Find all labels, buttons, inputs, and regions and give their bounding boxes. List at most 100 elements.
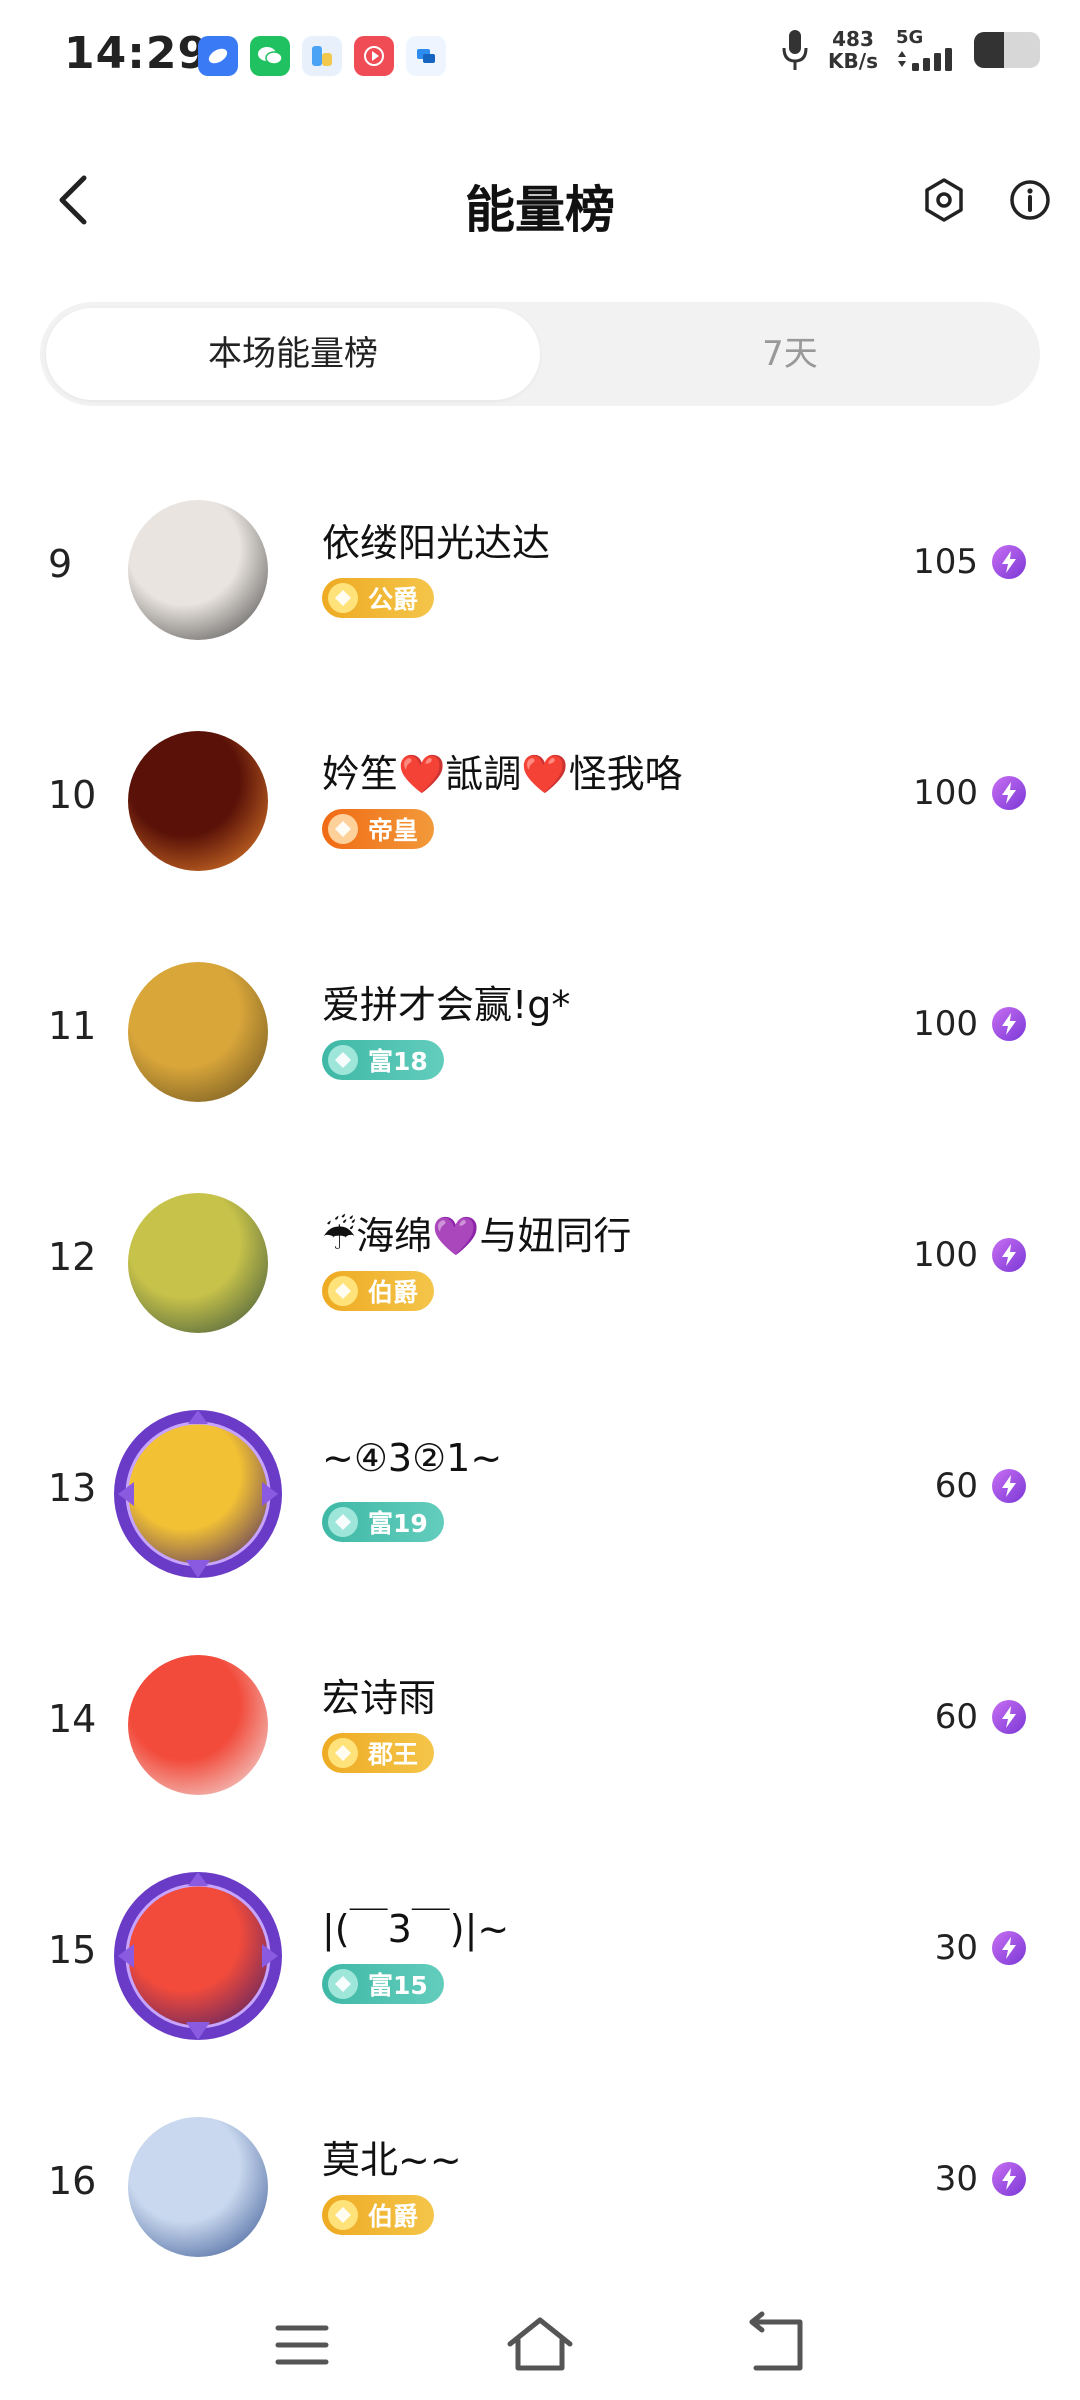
user-name: 依缕阳光达达 [322, 521, 551, 565]
user-name: 妗笙❤️詆調❤️怪我咯 [322, 752, 683, 796]
level-badge: 帝皇 [322, 809, 435, 849]
badge-label: 富15 [368, 1971, 428, 2000]
app-icon [302, 36, 342, 76]
score-value: 30 [934, 1928, 978, 1968]
network-speed: 483 KB/s [828, 28, 878, 72]
settings-hexagon-icon[interactable] [918, 174, 970, 226]
home-icon[interactable] [500, 2310, 580, 2380]
system-nav-bar [0, 2290, 1080, 2400]
badge-label: 公爵 [368, 585, 419, 614]
microphone-icon [782, 30, 808, 70]
energy-bolt-icon [992, 1931, 1026, 1965]
score-value: 100 [913, 1235, 978, 1275]
energy-score: 105 [913, 542, 1026, 582]
ranking-list: 9 依缕阳光达达 公爵 105 10 妗笙❤️詆調❤️怪我咯 帝皇 100 11… [0, 460, 1080, 2308]
avatar[interactable] [128, 1655, 268, 1795]
video-app-icon [354, 36, 394, 76]
avatar-frame [114, 1410, 282, 1578]
avatar-wrap[interactable] [128, 500, 268, 640]
app-icon [198, 36, 238, 76]
rank-row[interactable]: 13 ~④3②1~ 富19 60 [0, 1384, 1080, 1615]
rank-row[interactable]: 11 爱拼才会赢!g* 富18 100 [0, 922, 1080, 1153]
rank-number: 14 [48, 1697, 97, 1741]
rank-number: 9 [48, 542, 73, 586]
badge-label: 伯爵 [368, 1278, 419, 1307]
energy-bolt-icon [992, 776, 1026, 810]
avatar-wrap[interactable] [128, 962, 268, 1102]
badge-gem-icon [328, 1969, 358, 1999]
badge-gem-icon [328, 583, 358, 613]
battery-level [974, 32, 1004, 68]
wechat-icon [250, 36, 290, 76]
avatar-wrap[interactable] [128, 1193, 268, 1333]
network-speed-value: 483 [832, 27, 874, 51]
energy-bolt-icon [992, 1007, 1026, 1041]
avatar-frame [114, 1872, 282, 2040]
signal-icon [898, 48, 952, 71]
user-name: 爱拼才会赢!g* [322, 983, 571, 1027]
app-icon [406, 36, 446, 76]
avatar[interactable] [128, 731, 268, 871]
rank-number: 15 [48, 1928, 97, 1972]
energy-bolt-icon [992, 1469, 1026, 1503]
avatar-wrap[interactable] [128, 731, 268, 871]
rank-number: 13 [48, 1466, 97, 1510]
energy-score: 100 [913, 1004, 1026, 1044]
rank-row[interactable]: 9 依缕阳光达达 公爵 105 [0, 460, 1080, 691]
score-value: 60 [934, 1697, 978, 1737]
badge-label: 郡王 [368, 1740, 419, 1769]
avatar[interactable] [128, 2117, 268, 2257]
tab-7-days[interactable]: 7天 [540, 302, 1040, 406]
energy-score: 30 [935, 1928, 1026, 1968]
battery-icon [974, 32, 1040, 68]
energy-bolt-icon [992, 1238, 1026, 1272]
tab-current-session[interactable]: 本场能量榜 [46, 308, 540, 400]
badge-label: 帝皇 [368, 816, 419, 845]
energy-score: 30 [935, 2159, 1026, 2199]
avatar-wrap[interactable] [128, 2117, 268, 2257]
avatar[interactable] [128, 962, 268, 1102]
badge-gem-icon [328, 1738, 358, 1768]
rank-row[interactable]: 15 |(￣3￣)|~ 富15 30 [0, 1846, 1080, 2077]
rank-number: 10 [48, 773, 97, 817]
level-badge: 公爵 [322, 578, 435, 618]
avatar[interactable] [128, 1193, 268, 1333]
status-indicators: 483 KB/s 5G [780, 28, 1040, 72]
notification-app-icons [198, 36, 446, 76]
level-badge: 伯爵 [322, 2195, 435, 2235]
rank-row[interactable]: 12 ☔海绵💜与妞同行 伯爵 100 [0, 1153, 1080, 1384]
avatar[interactable] [128, 500, 268, 640]
avatar-wrap[interactable] [128, 1655, 268, 1795]
avatar-wrap[interactable] [114, 1410, 282, 1578]
level-badge: 伯爵 [322, 1271, 435, 1311]
rank-number: 11 [48, 1004, 97, 1048]
energy-bolt-icon [992, 1700, 1026, 1734]
rank-row[interactable]: 14 宏诗雨 郡王 60 [0, 1615, 1080, 1846]
score-value: 30 [934, 2159, 978, 2199]
rank-number: 12 [48, 1235, 97, 1279]
user-name: ~④3②1~ [322, 1436, 503, 1480]
score-value: 105 [913, 542, 978, 582]
back-nav-icon[interactable] [738, 2310, 818, 2380]
badge-gem-icon [328, 1507, 358, 1537]
badge-gem-icon [328, 2200, 358, 2230]
avatar-wrap[interactable] [114, 1872, 282, 2040]
rank-row[interactable]: 16 莫北~~ 伯爵 30 [0, 2077, 1080, 2308]
badge-label: 伯爵 [368, 2202, 419, 2231]
network-type: 5G [896, 27, 924, 48]
energy-score: 100 [913, 1235, 1026, 1275]
status-bar: 14:29 483 KB/s 5G [0, 0, 1080, 110]
badge-gem-icon [328, 814, 358, 844]
rank-number: 16 [48, 2159, 97, 2203]
signal-block: 5G [896, 29, 956, 71]
tab-switcher: 本场能量榜 7天 [40, 302, 1040, 406]
info-icon[interactable] [1004, 174, 1056, 226]
score-value: 60 [934, 1466, 978, 1506]
badge-gem-icon [328, 1276, 358, 1306]
page-header: 能量榜 [0, 150, 1080, 260]
level-badge: 富19 [322, 1502, 444, 1542]
energy-score: 60 [935, 1466, 1026, 1506]
menu-icon[interactable] [262, 2310, 342, 2380]
user-name: 莫北~~ [322, 2138, 462, 2182]
rank-row[interactable]: 10 妗笙❤️詆調❤️怪我咯 帝皇 100 [0, 691, 1080, 922]
